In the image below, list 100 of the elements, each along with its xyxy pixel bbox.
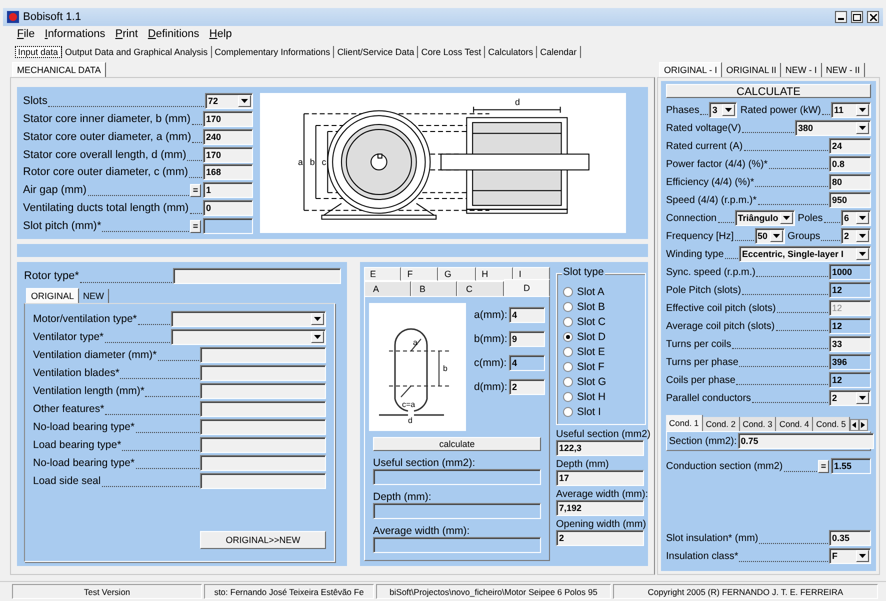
dropdown-field[interactable] — [171, 311, 326, 327]
menu-item[interactable]: Informations — [44, 28, 106, 40]
tab[interactable]: Calculators — [485, 46, 538, 58]
text-field[interactable] — [200, 365, 326, 381]
equals-button[interactable]: = — [190, 184, 201, 197]
radio-button[interactable] — [563, 392, 573, 402]
radio-button[interactable] — [563, 302, 573, 312]
tab[interactable]: ORIGINAL II — [722, 63, 782, 77]
menu-item[interactable]: Definitions — [148, 28, 200, 40]
minimize-button[interactable] — [835, 11, 847, 23]
tab[interactable]: NEW - I — [781, 63, 822, 77]
tab[interactable]: Input data — [15, 46, 62, 58]
text-field[interactable] — [200, 419, 326, 435]
radio-option[interactable]: Slot G — [563, 374, 641, 389]
tab[interactable]: C — [457, 281, 504, 296]
tab[interactable]: G — [438, 267, 476, 281]
tab[interactable]: E — [364, 267, 402, 281]
calculate-button[interactable]: CALCULATE — [666, 84, 871, 98]
text-field[interactable]: 0.35 — [829, 530, 871, 546]
radio-button[interactable] — [563, 406, 573, 416]
radio-button[interactable] — [563, 362, 573, 372]
dropdown-field[interactable]: Eccentric, Single-layer I — [739, 246, 871, 262]
text-field[interactable]: 24 — [829, 138, 871, 154]
text-field[interactable]: 0.8 — [829, 156, 871, 172]
tab[interactable]: Complementary Informations — [212, 46, 334, 58]
dropdown-field[interactable]: Triângulo — [734, 210, 795, 226]
field-label: Slot pitch (mm)* — [23, 220, 102, 232]
text-field[interactable] — [200, 455, 326, 471]
tab[interactable]: ORIGINAL - I — [659, 62, 722, 77]
tab[interactable]: Cond. 5 — [813, 417, 850, 431]
equals-button[interactable]: = — [190, 220, 201, 233]
text-field[interactable] — [200, 383, 326, 399]
field-label: Stator core inner diameter, b (mm) — [23, 112, 191, 125]
radio-option[interactable]: Slot E — [563, 344, 641, 359]
tab[interactable]: Cond. 4 — [776, 417, 814, 431]
radio-option[interactable]: Slot F — [563, 359, 641, 374]
text-field[interactable]: 80 — [829, 174, 871, 190]
field-label: Insulation class* — [666, 550, 738, 562]
radio-option[interactable]: Slot B — [563, 299, 641, 314]
tab[interactable]: H — [476, 267, 513, 281]
text-field[interactable] — [200, 473, 326, 489]
text-field[interactable]: 170 — [203, 146, 253, 163]
text-field[interactable] — [173, 268, 341, 284]
equals-button[interactable]: = — [818, 460, 829, 472]
text-field[interactable] — [200, 437, 326, 453]
text-field[interactable]: 9 — [509, 331, 545, 347]
tab[interactable]: Core Loss Test — [418, 46, 486, 58]
menu-item[interactable]: Print — [115, 28, 138, 40]
text-field[interactable]: 0 — [203, 200, 253, 216]
tab[interactable]: Cond. 2 — [702, 417, 740, 431]
tab[interactable]: Client/Service Data — [334, 46, 418, 58]
dropdown-field[interactable]: 2 — [841, 228, 872, 244]
text-field[interactable]: 240 — [203, 128, 253, 145]
radio-button[interactable] — [563, 286, 573, 296]
dropdown-field[interactable]: 3 — [709, 102, 738, 118]
tab[interactable]: B — [410, 281, 457, 296]
tab[interactable]: MECHANICAL DATA — [12, 62, 106, 77]
dropdown-field[interactable]: F — [829, 548, 871, 564]
tab[interactable]: Output Data and Graphical Analysis — [62, 46, 212, 58]
radio-option[interactable]: Slot H — [563, 389, 641, 404]
close-button[interactable] — [867, 11, 879, 23]
text-field[interactable]: 33 — [829, 336, 871, 352]
dropdown-field[interactable]: 2 — [829, 390, 871, 406]
radio-option[interactable]: Slot D — [563, 329, 641, 344]
dropdown-field[interactable]: 50 — [754, 228, 785, 244]
calculate-button[interactable]: calculate — [373, 437, 541, 451]
radio-option[interactable]: Slot A — [563, 284, 641, 299]
dropdown-field[interactable]: 72 — [205, 92, 253, 109]
copy-button[interactable]: ORIGINAL>>NEW — [200, 531, 326, 549]
text-field[interactable]: 1 — [203, 182, 253, 198]
dropdown-field[interactable] — [171, 329, 326, 345]
tab[interactable]: Calendar — [537, 46, 581, 58]
dropdown-field[interactable]: 11 — [831, 102, 871, 118]
tab[interactable]: F — [401, 267, 438, 281]
dropdown-field[interactable]: 6 — [841, 210, 872, 226]
text-field[interactable]: 168 — [203, 164, 253, 180]
menu-item[interactable]: Help — [209, 28, 232, 40]
radio-button[interactable] — [563, 332, 573, 342]
radio-button[interactable] — [563, 376, 573, 386]
tab[interactable]: ORIGINAL — [26, 288, 80, 303]
text-field[interactable]: 4 — [509, 307, 545, 323]
dropdown-field[interactable]: 380 — [795, 120, 871, 136]
tab[interactable]: Cond. 1 — [666, 415, 703, 431]
text-field[interactable]: 2 — [509, 379, 545, 395]
text-field[interactable] — [200, 347, 326, 363]
radio-button[interactable] — [563, 346, 573, 356]
tab[interactable]: A — [364, 281, 410, 296]
text-field[interactable] — [200, 401, 326, 417]
tab[interactable]: D — [504, 279, 550, 296]
maximize-button[interactable] — [851, 11, 863, 23]
text-field[interactable]: 170 — [203, 110, 253, 127]
text-field[interactable]: 950 — [829, 192, 871, 208]
tab[interactable]: NEW - II — [822, 63, 865, 77]
tab[interactable]: NEW — [79, 289, 110, 303]
radio-option[interactable]: Slot C — [563, 314, 641, 329]
radio-option[interactable]: Slot I — [563, 404, 641, 419]
tab[interactable]: Cond. 3 — [740, 417, 776, 431]
radio-button[interactable] — [563, 316, 573, 326]
text-field[interactable]: 0.75 — [738, 433, 874, 449]
menu-item[interactable]: File — [17, 28, 35, 40]
